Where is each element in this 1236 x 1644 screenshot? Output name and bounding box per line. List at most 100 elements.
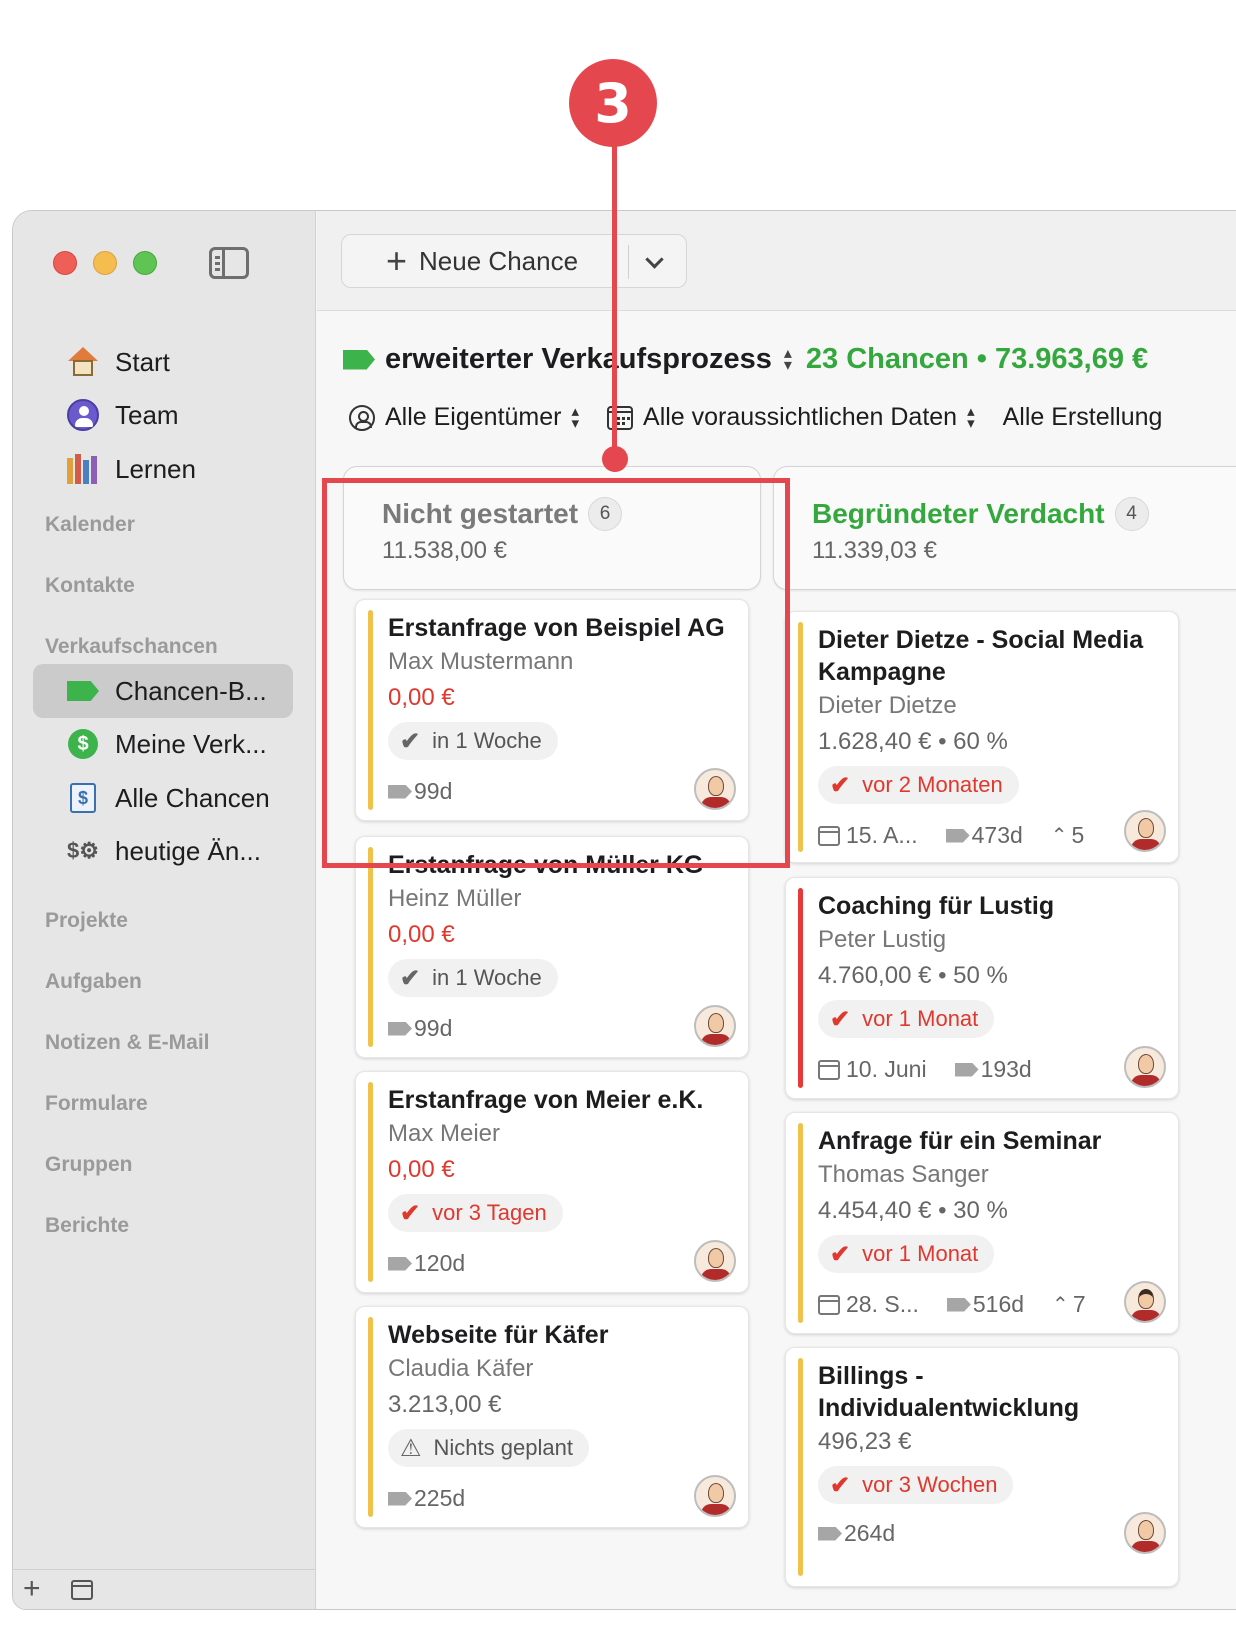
tag-icon (388, 1256, 412, 1271)
task-pill[interactable]: ✔ vor 3 Tagen (388, 1194, 563, 1232)
card-contact: Claudia Käfer (388, 1355, 534, 1382)
column-header-begruendeter-verdacht[interactable]: Begründeter Verdacht 4 11.339,03 € (773, 466, 1236, 590)
pipeline-stats: 23 Chancen • 73.963,69 € (805, 343, 1149, 375)
card-age: 516d (972, 1291, 1025, 1317)
calendar-icon (818, 1059, 840, 1080)
chevron-down-icon[interactable] (645, 250, 664, 269)
sidebar-item-meine-verkaufschancen[interactable]: $ Meine Verk... (33, 717, 293, 771)
opportunity-card[interactable]: Dieter Dietze - Social Media Kampagne Di… (785, 611, 1179, 863)
sidebar-section-kontakte[interactable]: Kontakte (45, 574, 135, 598)
sidebar-item-chancen-board[interactable]: Chancen-B... (33, 664, 293, 718)
checkmark-icon: ✔ (830, 1005, 851, 1033)
close-window-button[interactable] (53, 251, 77, 275)
main-content: + Neue Chance erweiterter Verkaufsprozes… (317, 211, 1236, 1609)
task-pill[interactable]: ✔ vor 1 Monat (818, 1235, 995, 1273)
task-label: vor 3 Tagen (432, 1200, 547, 1225)
card-meta: 120d (388, 1250, 465, 1277)
sidebar-item-alle-chancen[interactable]: $ Alle Chancen (33, 771, 293, 825)
status-bar (368, 1082, 373, 1282)
owner-avatar[interactable] (1124, 810, 1166, 852)
opportunity-card[interactable]: Webseite für Käfer Claudia Käfer 3.213,0… (355, 1306, 749, 1528)
owner-avatar[interactable] (1124, 1281, 1166, 1323)
callout-connector-dot (602, 446, 628, 472)
owner-avatar[interactable] (1124, 1046, 1166, 1088)
card-title: Coaching für Lustig (818, 892, 1055, 920)
owner-avatar[interactable] (694, 1005, 736, 1047)
up-down-chevron-icon[interactable]: ▴ ▾ (784, 346, 792, 373)
opportunity-card[interactable]: Coaching für Lustig Peter Lustig 4.760,0… (785, 877, 1179, 1099)
owner-filter[interactable]: Alle Eigentümer ▴ ▾ (349, 403, 579, 432)
task-pill[interactable]: ✔ vor 2 Monaten (818, 766, 1019, 804)
sidebar-section-aufgaben[interactable]: Aufgaben (45, 970, 142, 994)
task-pill[interactable]: ✔ vor 3 Wochen (818, 1466, 1014, 1504)
card-title: Billings - Individualentwicklung (818, 1362, 1080, 1422)
owner-avatar[interactable] (694, 1240, 736, 1282)
opportunity-card[interactable]: Erstanfrage von Meier e.K. Max Meier 0,0… (355, 1071, 749, 1293)
card-date: 10. Juni (846, 1056, 927, 1082)
sidebar-section-projekte[interactable]: Projekte (45, 909, 128, 933)
task-pill[interactable]: ⚠ Nichts geplant (388, 1429, 589, 1467)
task-label: vor 3 Wochen (862, 1472, 998, 1497)
opportunity-card[interactable]: Anfrage für ein Seminar Thomas Sanger 4.… (785, 1112, 1179, 1334)
card-amount: 1.628,40 € • 60 % (818, 728, 1008, 755)
checkmark-icon: ✔ (830, 1240, 851, 1268)
opportunity-card[interactable]: Billings - Individualentwicklung 496,23 … (785, 1347, 1179, 1587)
sidebar-section-notizen[interactable]: Notizen & E-Mail (45, 1031, 210, 1055)
sidebar-toggle-icon[interactable] (209, 247, 249, 279)
pipeline-selector[interactable]: erweiterter Verkaufsprozess (385, 343, 772, 376)
card-contact: Thomas Sanger (818, 1161, 989, 1188)
owner-avatar[interactable] (1124, 1512, 1166, 1554)
button-divider (628, 245, 629, 279)
sidebar-item-label: heutige Än... (115, 835, 261, 866)
person-circle-icon (349, 404, 375, 431)
add-icon[interactable]: + (23, 1572, 41, 1606)
card-date: 15. A... (846, 822, 918, 848)
card-priority: 7 (1072, 1291, 1086, 1317)
sidebar-section-formulare[interactable]: Formulare (45, 1092, 148, 1116)
callout-number-badge: 3 (569, 59, 657, 147)
sidebar-item-start[interactable]: Start (33, 335, 293, 389)
sidebar-section-verkaufschancen[interactable]: Verkaufschancen (45, 635, 218, 659)
zoom-window-button[interactable] (133, 251, 157, 275)
opportunity-card[interactable]: Erstanfrage von Müller KG Heinz Müller 0… (355, 836, 749, 1058)
sidebar-item-lernen[interactable]: Lernen (33, 442, 293, 496)
card-amount: 496,23 € (818, 1428, 912, 1455)
sidebar-section-kalender[interactable]: Kalender (45, 513, 135, 537)
card-meta: 225d (388, 1485, 465, 1512)
card-age: 99d (414, 1015, 453, 1041)
owner-filter-label: Alle Eigentümer (385, 403, 562, 431)
sidebar-item-label: Meine Verk... (115, 728, 267, 759)
sidebar-item-label: Team (115, 399, 179, 430)
task-pill[interactable]: ✔ in 1 Woche (388, 959, 558, 997)
task-pill[interactable]: ✔ vor 1 Monat (818, 1000, 995, 1038)
warning-triangle-icon: ⚠ (400, 1434, 422, 1462)
date-filter[interactable]: Alle voraussichtlichen Daten ▴ ▾ (607, 403, 975, 432)
created-filter[interactable]: Alle Erstellung (1003, 403, 1163, 432)
dollar-gear-icon: $⚙ (67, 838, 99, 863)
task-label: in 1 Woche (432, 965, 542, 990)
sidebar-section-gruppen[interactable]: Gruppen (45, 1153, 133, 1177)
tag-icon (946, 1297, 971, 1312)
owner-avatar[interactable] (694, 1475, 736, 1517)
card-amount: 4.454,40 € • 30 % (818, 1197, 1008, 1224)
sidebar-item-team[interactable]: Team (33, 388, 293, 442)
tag-icon (954, 1062, 979, 1077)
sidebar-item-heutige-aenderungen[interactable]: $⚙ heutige Än... (33, 824, 293, 878)
tag-icon (388, 1021, 412, 1036)
column-title: Begründeter Verdacht 4 (812, 497, 1149, 531)
new-opportunity-button[interactable]: + Neue Chance (341, 234, 687, 288)
status-bar (368, 1317, 373, 1517)
checkmark-icon: ✔ (400, 964, 421, 992)
team-icon (65, 397, 101, 433)
calendar-icon[interactable] (71, 1580, 93, 1600)
sidebar-section-berichte[interactable]: Berichte (45, 1214, 129, 1238)
card-amount: 4.760,00 € • 50 % (818, 962, 1008, 989)
calendar-icon (818, 825, 840, 846)
pipeline-header: erweiterter Verkaufsprozess ▴ ▾ 23 Chance… (343, 343, 1148, 376)
calendar-icon (607, 405, 634, 430)
minimize-window-button[interactable] (93, 251, 117, 275)
task-label: vor 1 Monat (862, 1241, 979, 1266)
card-meta: 99d (388, 1015, 452, 1042)
column-count-badge: 4 (1114, 497, 1149, 531)
checkmark-icon: ✔ (400, 1199, 421, 1227)
